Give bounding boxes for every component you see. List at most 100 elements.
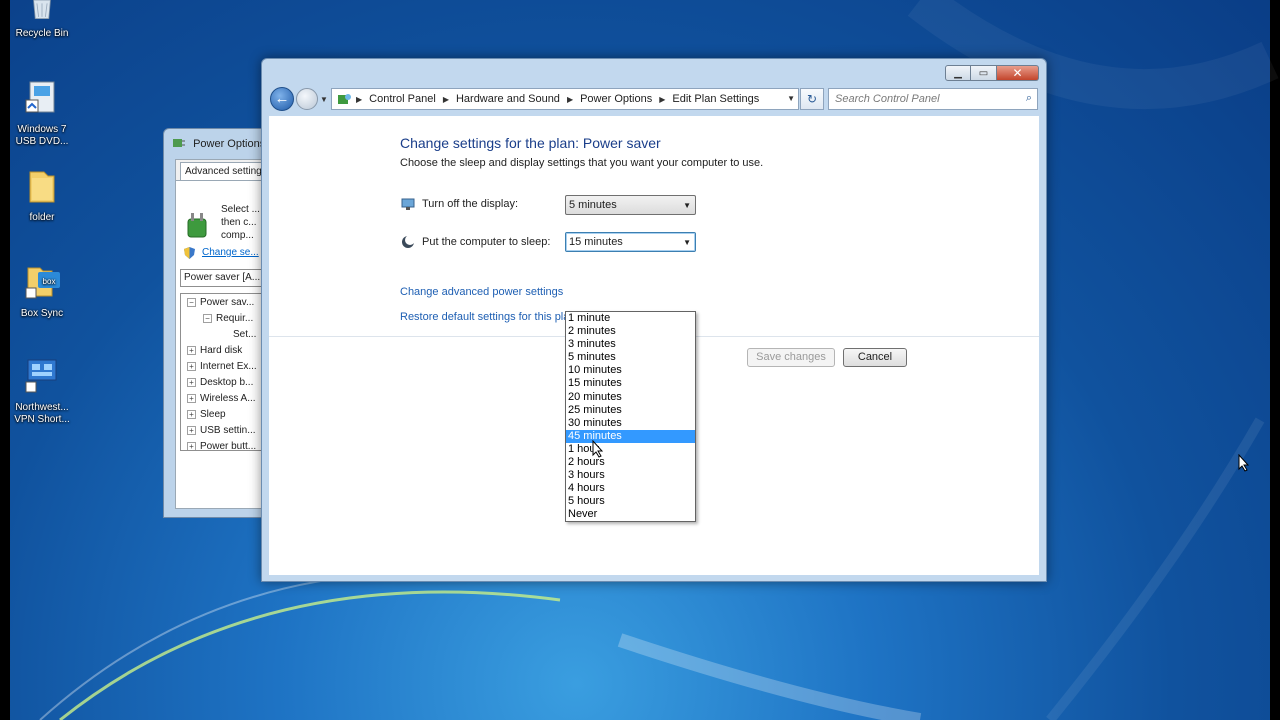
expand-icon[interactable]: + <box>187 426 196 435</box>
expand-icon[interactable]: + <box>187 394 196 403</box>
back-button[interactable]: ← <box>270 87 294 111</box>
power-options-advanced-window[interactable]: Power Options Advanced settings Select .… <box>163 128 276 518</box>
sleep-timeout-select[interactable]: 15 minutes ▼ <box>565 232 696 252</box>
refresh-button[interactable]: ↻ <box>800 88 824 110</box>
address-bar[interactable]: ▶ Control Panel ▶ Hardware and Sound ▶ P… <box>331 88 799 110</box>
tree-item-label: Internet Ex... <box>200 361 257 372</box>
usb-dvd-tool-icon <box>25 81 55 113</box>
tree-item[interactable]: + USB settin... <box>187 425 256 436</box>
folder-icon <box>29 171 55 203</box>
display-timeout-label: Turn off the display: <box>422 198 518 210</box>
tree-item[interactable]: + Internet Ex... <box>187 361 257 372</box>
dropdown-option[interactable]: 5 hours <box>566 495 695 508</box>
change-settings-link[interactable]: Change se... <box>202 247 259 258</box>
desktop-icon-label: Box Sync <box>20 308 64 319</box>
breadcrumb-separator[interactable]: ▶ <box>567 95 573 104</box>
tree-item[interactable]: + Desktop b... <box>187 377 253 388</box>
dropdown-option[interactable]: 4 hours <box>566 482 695 495</box>
dropdown-option[interactable]: 5 minutes <box>566 351 695 364</box>
breadcrumb-power-options[interactable]: Power Options <box>580 93 652 105</box>
tree-item-label: Power sav... <box>200 297 255 308</box>
desktop-icon-label: folder <box>29 212 55 223</box>
tree-item[interactable]: + Power butt... <box>187 441 256 450</box>
page-subtitle: Choose the sleep and display settings th… <box>400 157 764 169</box>
edit-plan-settings-window[interactable]: ▁ ▭ ✕ ← ▼ ▶ Control Panel ▶ Hardware and… <box>261 58 1047 582</box>
address-history-dropdown[interactable]: ▼ <box>787 94 795 103</box>
dropdown-option[interactable]: 25 minutes <box>566 404 695 417</box>
breadcrumb-separator[interactable]: ▶ <box>443 95 449 104</box>
power-plan-icon <box>187 213 207 238</box>
search-icon[interactable]: ⌕ <box>1026 92 1032 105</box>
desktop-icon-label: Northwest... VPN Short... <box>14 402 70 425</box>
dropdown-option[interactable]: 3 minutes <box>566 338 695 351</box>
collapse-icon[interactable]: − <box>203 314 212 323</box>
cancel-button[interactable]: Cancel <box>843 348 907 367</box>
dropdown-option[interactable]: 20 minutes <box>566 391 695 404</box>
dropdown-option[interactable]: 1 hour <box>566 443 695 456</box>
breadcrumb-edit-plan-settings[interactable]: Edit Plan Settings <box>672 93 759 105</box>
tree-item[interactable]: + Hard disk <box>187 345 242 356</box>
breadcrumb-separator[interactable]: ▶ <box>659 95 665 104</box>
minimize-button[interactable]: ▁ <box>945 65 971 81</box>
maximize-icon: ▭ <box>978 67 989 79</box>
breadcrumb-separator[interactable]: ▶ <box>356 95 362 104</box>
power-options-icon <box>173 139 185 147</box>
close-button[interactable]: ✕ <box>997 65 1039 81</box>
desktop-icon-recycle-bin[interactable]: Recycle Bin <box>6 0 78 40</box>
expand-icon[interactable]: + <box>187 378 196 387</box>
tree-item[interactable]: + Wireless A... <box>187 393 256 404</box>
tree-item[interactable]: + Sleep <box>187 409 226 420</box>
desktop-icon-label: Windows 7 USB DVD... <box>15 124 69 147</box>
dropdown-option[interactable]: 30 minutes <box>566 417 695 430</box>
recent-pages-dropdown[interactable]: ▼ <box>320 95 328 104</box>
breadcrumb-control-panel[interactable]: Control Panel <box>369 93 436 105</box>
vpn-shortcut-icon <box>25 359 57 393</box>
breadcrumb-hardware-and-sound[interactable]: Hardware and Sound <box>456 93 560 105</box>
minimize-icon: ▁ <box>954 67 962 79</box>
forward-button[interactable] <box>296 88 318 110</box>
dropdown-option-highlighted[interactable]: 45 minutes <box>566 429 695 443</box>
tree-item[interactable]: − Requir... <box>203 313 253 324</box>
refresh-icon: ↻ <box>806 92 818 106</box>
tree-item-label: Wireless A... <box>200 393 256 404</box>
chevron-down-icon: ▼ <box>683 238 691 247</box>
tree-item[interactable]: Set... <box>233 329 256 340</box>
desktop-icon-usb-dvd[interactable]: Windows 7 USB DVD... <box>6 78 78 148</box>
expand-icon[interactable]: + <box>187 346 196 355</box>
dropdown-option[interactable]: 3 hours <box>566 469 695 482</box>
tree-item[interactable]: − Power sav... <box>187 297 254 308</box>
dialog-content: Advanced settings Select ... then c... c… <box>175 159 276 509</box>
expand-icon[interactable]: + <box>187 362 196 371</box>
desktop-icon-label: Recycle Bin <box>15 28 69 39</box>
sleep-timeout-options[interactable]: 1 minute 2 minutes 3 minutes 5 minutes 1… <box>565 311 696 522</box>
right-letterbox <box>1270 0 1280 720</box>
mouse-cursor-icon <box>1238 454 1250 472</box>
dropdown-option[interactable]: 2 hours <box>566 456 695 469</box>
dropdown-option[interactable]: 15 minutes <box>566 377 695 390</box>
sleep-timeout-label: Put the computer to sleep: <box>422 236 551 248</box>
tree-item-label: Requir... <box>216 313 254 324</box>
maximize-button[interactable]: ▭ <box>971 65 997 81</box>
restore-defaults-link[interactable]: Restore default settings for this pla <box>400 311 569 323</box>
svg-text:box: box <box>43 277 56 286</box>
recycle-bin-icon <box>33 0 51 20</box>
expand-icon[interactable]: + <box>187 442 196 450</box>
dropdown-option[interactable]: 2 minutes <box>566 325 695 338</box>
close-icon: ✕ <box>1012 66 1023 80</box>
desktop-icon-box-sync[interactable]: box Box Sync <box>6 262 78 320</box>
save-changes-button[interactable]: Save changes <box>747 348 835 367</box>
display-timeout-select[interactable]: 5 minutes ▼ <box>565 195 696 215</box>
tab-advanced-settings[interactable]: Advanced settings <box>180 162 272 182</box>
desktop-icon-folder[interactable]: folder <box>6 166 78 224</box>
expand-icon[interactable]: + <box>187 410 196 419</box>
mouse-cursor-icon <box>592 440 604 458</box>
sleep-timeout-value: 15 minutes <box>569 236 623 248</box>
search-input[interactable]: Search Control Panel ⌕ <box>828 88 1038 110</box>
dropdown-option[interactable]: 10 minutes <box>566 364 695 377</box>
tree-item-label: Set... <box>233 329 257 340</box>
desktop-icon-vpn-shortcut[interactable]: Northwest... VPN Short... <box>6 356 78 426</box>
collapse-icon[interactable]: − <box>187 298 196 307</box>
dropdown-option[interactable]: 1 minute <box>566 312 695 325</box>
change-advanced-settings-link[interactable]: Change advanced power settings <box>400 286 563 298</box>
dropdown-option[interactable]: Never <box>566 508 695 521</box>
